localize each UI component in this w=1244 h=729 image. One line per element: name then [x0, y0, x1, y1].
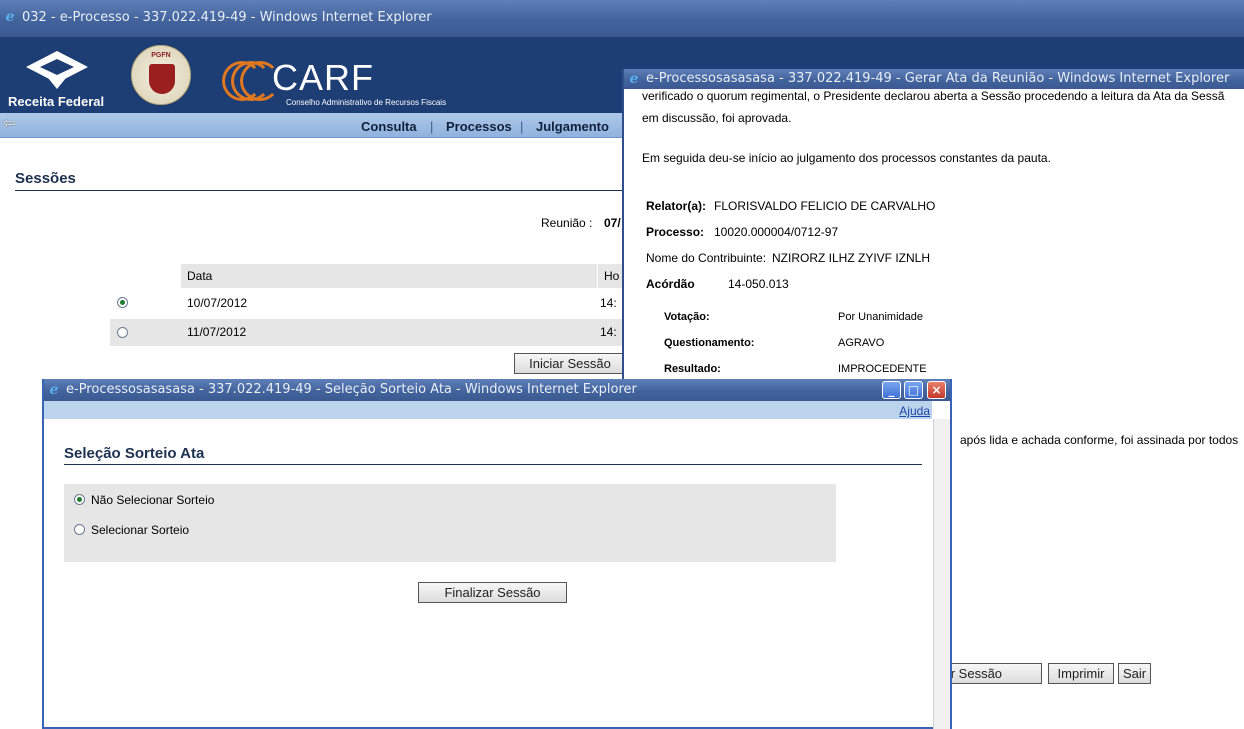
- row-radio-cell: [110, 319, 180, 346]
- nav-consulta[interactable]: Consulta: [361, 119, 417, 134]
- sorteio-heading: Seleção Sorteio Ata: [64, 445, 205, 462]
- ie-icon: e: [629, 71, 639, 87]
- nav-separator: |: [520, 119, 524, 134]
- votacao-label: Votação:: [664, 311, 710, 323]
- row-radio-cell: [110, 290, 180, 317]
- pgfn-label: PGFN: [151, 52, 171, 59]
- main-window-title: 032 - e-Processo - 337.022.419-49 - Wind…: [22, 10, 432, 25]
- resultado-label: Resultado:: [664, 363, 721, 375]
- ata-text-top: verificado o quorum regimental, o Presid…: [642, 89, 1225, 103]
- title-divider: [15, 190, 625, 191]
- contribuinte-label: Nome do Contribuinte:: [646, 251, 767, 265]
- selecionar-label[interactable]: Selecionar Sorteio: [91, 523, 189, 537]
- receita-federal-emblem-icon: [26, 51, 88, 89]
- iniciar-sessao-button[interactable]: Iniciar Sessão: [514, 353, 626, 374]
- ie-icon: e: [49, 382, 59, 398]
- relator-label: Relator(a):: [646, 199, 707, 213]
- nao-selecionar-radio[interactable]: [74, 494, 85, 505]
- row-date: 11/07/2012: [187, 325, 247, 339]
- row-date: 10/07/2012: [187, 296, 248, 310]
- reuniao-value: 07/: [604, 216, 621, 230]
- contribuinte-value: NZIRORZ ILHZ ZYIVF IZNLH: [772, 251, 931, 265]
- pgfn-seal: PGFN: [131, 45, 191, 105]
- carf-name: CARF: [272, 57, 374, 98]
- acordao-label: Acórdão: [646, 277, 695, 291]
- resultado-value: IMPROCEDENTE: [838, 363, 927, 375]
- processo-label: Processo:: [646, 225, 705, 239]
- ie-icon: e: [5, 9, 15, 25]
- receita-federal-logo: Receita Federal: [8, 49, 104, 109]
- nav-processos[interactable]: Processos: [446, 119, 512, 134]
- pgfn-shield-icon: [149, 64, 175, 94]
- reuniao-label: Reunião :: [541, 216, 593, 230]
- minimize-button[interactable]: _: [882, 381, 901, 399]
- carf-subtitle: Conselho Administrativo de Recursos Fisc…: [286, 98, 447, 107]
- nav-separator: |: [430, 119, 434, 134]
- main-window-titlebar[interactable]: e 032 - e-Processo - 337.022.419-49 - Wi…: [0, 0, 1244, 37]
- sorteio-window-title: e-Processosasasasa - 337.022.419-49 - Se…: [66, 382, 637, 397]
- finalizar-sessao-button[interactable]: Finalizar Sessão: [418, 582, 567, 603]
- table-row: 10/07/2012 14:: [110, 290, 625, 317]
- ata-text-approved: em discussão, foi aprovada.: [642, 111, 792, 125]
- relator-value: FLORISVALDO FELICIO DE CARVALHO: [714, 199, 936, 213]
- sorteio-options-panel: Não Selecionar Sorteio Selecionar Sortei…: [64, 484, 836, 562]
- nav-julgamento[interactable]: Julgamento: [536, 119, 609, 134]
- processo-value: 10020.000004/0712-97: [714, 225, 839, 239]
- questionamento-label: Questionamento:: [664, 337, 755, 349]
- carf-logo: CARF Conselho Administrativo de Recursos…: [222, 55, 472, 115]
- receita-federal-label: Receita Federal: [8, 94, 105, 109]
- nao-selecionar-label[interactable]: Não Selecionar Sorteio: [91, 493, 214, 507]
- table-row: 11/07/2012 14:: [110, 319, 625, 346]
- back-arrow-icon[interactable]: ⇦: [3, 115, 16, 131]
- sorteio-toolbar: Ajuda: [44, 401, 932, 419]
- ata-window-titlebar[interactable]: e e-Processosasasasa - 337.022.419-49 - …: [624, 69, 1244, 89]
- maximize-icon: □: [907, 383, 920, 397]
- page-title: Sessões: [15, 170, 76, 187]
- selecao-sorteio-window: e e-Processosasasasa - 337.022.419-49 - …: [42, 379, 952, 729]
- column-header-hora-label: Ho: [604, 269, 620, 283]
- ata-text-followed: Em seguida deu-se início ao julgamento d…: [642, 151, 1051, 165]
- scrollbar[interactable]: [933, 419, 950, 729]
- selecionar-radio[interactable]: [74, 524, 85, 535]
- minimize-icon: _: [888, 383, 895, 397]
- sorteio-divider: [64, 464, 922, 465]
- votacao-value: Por Unanimidade: [838, 311, 923, 323]
- sair-button[interactable]: Sair: [1118, 663, 1151, 684]
- column-header-data-label: Data: [187, 269, 213, 283]
- column-header-data: Data: [181, 264, 597, 288]
- ata-window-title: e-Processosasasasa - 337.022.419-49 - Ge…: [646, 71, 1230, 86]
- sorteio-window-titlebar[interactable]: e e-Processosasasasa - 337.022.419-49 - …: [44, 379, 950, 401]
- close-button[interactable]: ×: [927, 381, 946, 399]
- session-radio[interactable]: [117, 327, 128, 338]
- ata-text-closing: após lida e achada conforme, foi assinad…: [960, 433, 1239, 447]
- acordao-value: 14-050.013: [728, 277, 789, 291]
- help-link[interactable]: Ajuda: [899, 404, 930, 418]
- imprimir-button[interactable]: Imprimir: [1048, 663, 1114, 684]
- close-icon: ×: [931, 383, 942, 397]
- session-radio[interactable]: [117, 297, 128, 308]
- questionamento-value: AGRAVO: [838, 337, 885, 349]
- maximize-button[interactable]: □: [904, 381, 923, 399]
